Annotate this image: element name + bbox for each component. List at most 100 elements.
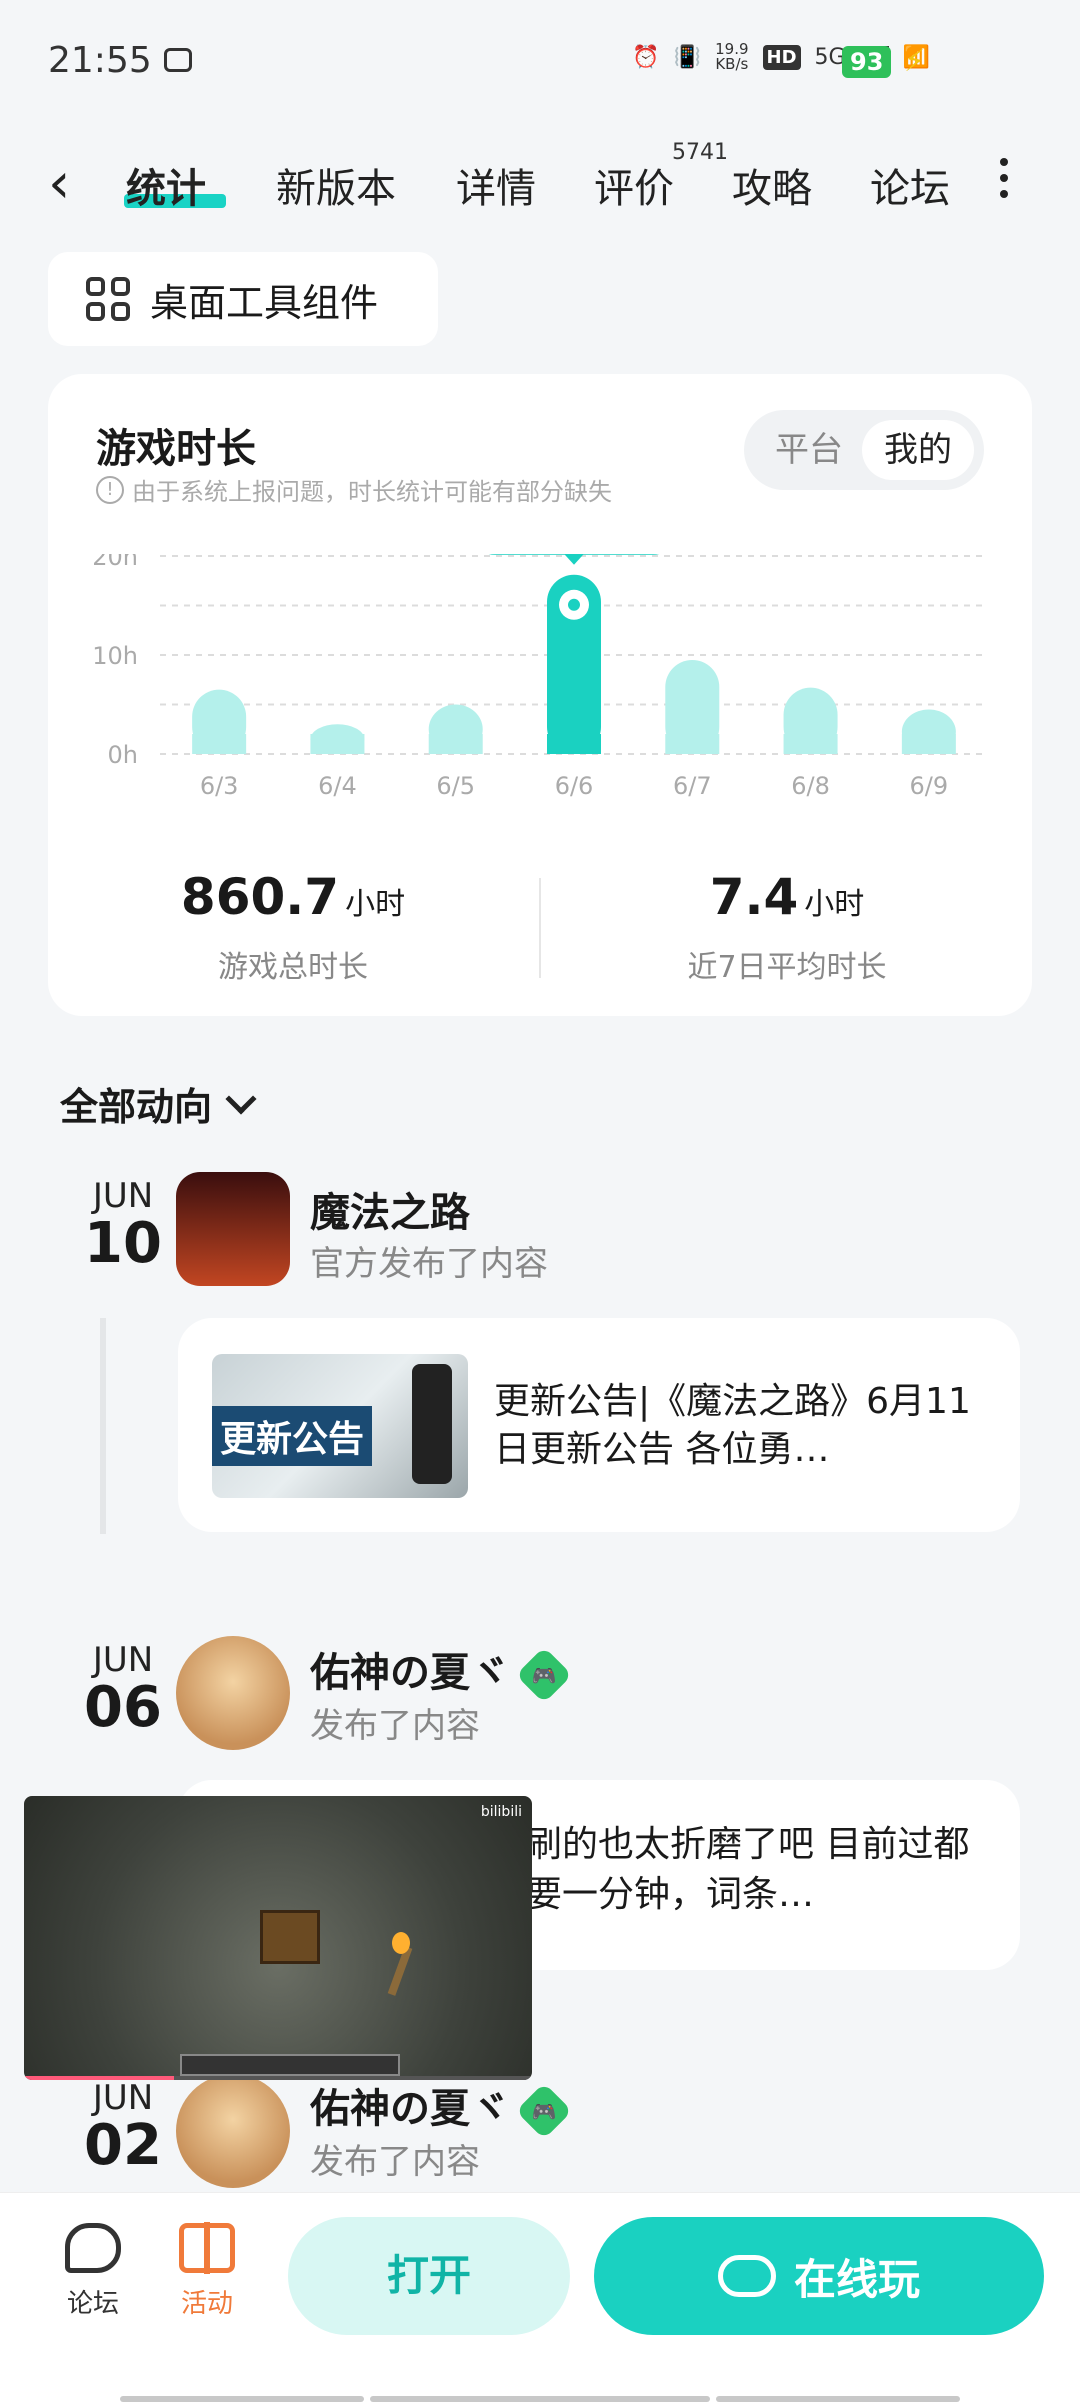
timeline-line	[100, 1318, 106, 1534]
tab-new-version[interactable]: 新版本	[276, 156, 396, 214]
charging-icon: ⚡	[904, 44, 926, 79]
user-avatar[interactable]	[176, 1636, 290, 1750]
feed-date: JUN 02	[60, 2078, 186, 2174]
open-button[interactable]: 打开	[288, 2217, 570, 2335]
info-icon: !	[96, 475, 124, 504]
video-hotbar	[180, 2054, 400, 2076]
chart-x-tick: 6/8	[791, 772, 830, 800]
video-flame	[392, 1932, 410, 1954]
chart-bar-base	[547, 734, 601, 754]
playtime-note: ! 由于系统上报问题，时长统计可能有部分缺失	[96, 472, 612, 507]
feed-month: JUN	[92, 1640, 154, 1680]
stats-divider	[539, 878, 541, 978]
feed-month: JUN	[92, 2078, 154, 2118]
feed-action: 发布了内容	[310, 1706, 480, 1746]
desktop-widget-label: 桌面工具组件	[150, 280, 379, 325]
avg-playtime: 7.4 小时 近7日平均时长	[542, 868, 1032, 986]
play-online-button[interactable]: 在线玩	[594, 2217, 1044, 2335]
playtime-card: 游戏时长 ! 由于系统上报问题，时长统计可能有部分缺失 平台 我的 0h 10h 2…	[48, 374, 1032, 1016]
total-playtime-value: 860.7	[180, 868, 340, 926]
vibrate-icon: 📳	[673, 44, 702, 70]
feed-author[interactable]: 魔法之路	[310, 1180, 470, 1238]
feed-day: 06	[84, 1675, 162, 1740]
forum-nav-button[interactable]: 论坛	[48, 2223, 138, 2320]
post-text: 刷的也太折磨了吧 目前过都要一分钟，词条…	[526, 1824, 970, 1915]
game-avatar[interactable]	[176, 1172, 290, 1286]
tab-forum[interactable]: 论坛	[870, 156, 954, 214]
feed-action: 官方发布了内容	[310, 1244, 548, 1284]
floating-video-player[interactable]: bilibili	[24, 1796, 532, 2080]
platform-mine-toggle: 平台 我的	[744, 410, 984, 490]
chart-x-tick: 6/7	[673, 772, 712, 800]
total-playtime-unit: 小时	[345, 887, 406, 922]
home-indicator	[716, 2396, 960, 2402]
feed-month: JUN	[92, 1176, 154, 1216]
toggle-mine[interactable]: 我的	[862, 420, 974, 480]
chart-bar-base	[310, 734, 365, 754]
tv-icon	[164, 48, 192, 72]
chart-x-tick: 6/9	[910, 772, 949, 800]
status-time: 21:55	[48, 40, 152, 81]
feed-day: 02	[84, 2113, 162, 2178]
net-speed: 19.9 KB/s	[715, 40, 749, 73]
home-indicator	[120, 2396, 364, 2402]
total-playtime-label: 游戏总时长	[218, 950, 368, 985]
chart-x-tick: 6/5	[436, 772, 475, 800]
thumbnail-figure	[412, 1364, 452, 1484]
home-indicator	[370, 2396, 710, 2402]
more-options-icon[interactable]	[1000, 158, 1008, 206]
cloud-gamepad-icon	[717, 2255, 776, 2297]
gift-icon	[179, 2222, 235, 2274]
reviews-count-badge: 5741	[672, 140, 728, 165]
forum-nav-label: 论坛	[66, 2289, 119, 2319]
tab-bar: ‹ 统计 新版本 详情 评价 5741 攻略 论坛	[0, 140, 1080, 230]
chart-x-tick: 6/3	[200, 772, 239, 800]
feed-date: JUN 10	[60, 1176, 186, 1272]
signal-label: 5G	[814, 44, 846, 70]
playtime-stats: 860.7 小时 游戏总时长 7.4 小时 近7日平均时长	[48, 868, 1032, 998]
feed-date: JUN 06	[60, 1640, 186, 1736]
chart-bar-base	[783, 734, 838, 754]
feed-author[interactable]: 佑神の夏ヾ 🎮	[310, 2076, 573, 2140]
user-avatar[interactable]	[176, 2074, 290, 2188]
playtime-bar-chart: 0h10h20h6/36/46/56/618小时6分钟6/76/86/9	[92, 554, 988, 800]
tab-details[interactable]: 详情	[456, 156, 536, 214]
back-arrow-icon[interactable]: ‹	[48, 156, 70, 212]
feed-author[interactable]: 佑神の夏ヾ 🎮	[310, 1640, 573, 1704]
activity-nav-label: 活动	[180, 2289, 233, 2319]
feed-day: 10	[84, 1211, 162, 1276]
video-brand-logo: bilibili	[480, 1804, 522, 1820]
video-progress-bar[interactable]	[24, 2076, 532, 2080]
gamepad-badge-icon: 🎮	[515, 2082, 573, 2140]
total-playtime: 860.7 小时 游戏总时长	[48, 868, 538, 986]
chevron-down-icon	[225, 1082, 257, 1115]
video-chest	[260, 1910, 320, 1964]
toggle-platform[interactable]: 平台	[754, 420, 864, 480]
chart-x-tick: 6/6	[555, 772, 594, 800]
chart-y-tick: 0h	[108, 741, 138, 769]
activity-nav-button[interactable]: 活动	[162, 2222, 252, 2320]
post-thumbnail: 更新公告	[212, 1354, 468, 1498]
tab-stats[interactable]: 统计	[126, 156, 206, 214]
bottom-action-bar: 论坛 活动 打开 在线玩	[0, 2192, 1080, 2408]
chart-y-tick: 20h	[92, 554, 138, 571]
post-card[interactable]: 更新公告 更新公告|《魔法之路》6月11日更新公告 各位勇…	[178, 1318, 1020, 1532]
avg-playtime-unit: 小时	[804, 887, 865, 922]
post-text: 更新公告|《魔法之路》6月11日更新公告 各位勇…	[494, 1381, 971, 1470]
tab-reviews[interactable]: 评价	[594, 156, 674, 214]
status-bar: 21:55 ⏰ 📳 19.9 KB/s HD 5G 📶 93 ⚡	[0, 0, 1080, 120]
gamepad-badge-icon: 🎮	[515, 1646, 573, 1704]
chart-tooltip-pointer	[564, 554, 584, 565]
feed-filter-dropdown[interactable]: 全部动向	[60, 1076, 257, 1131]
chart-y-tick: 10h	[92, 642, 138, 670]
avg-playtime-label: 近7日平均时长	[687, 950, 887, 985]
hd-icon: HD	[762, 44, 801, 70]
playtime-note-text: 由于系统上报问题，时长统计可能有部分缺失	[132, 478, 612, 506]
alarm-icon: ⏰	[632, 44, 660, 70]
chart-bar-base	[665, 734, 720, 754]
chat-bubble-icon	[65, 2223, 121, 2273]
chart-bar-base	[192, 734, 247, 754]
desktop-widget-button[interactable]: 桌面工具组件	[48, 252, 438, 346]
tab-guides[interactable]: 攻略	[732, 156, 812, 214]
chart-bar-base	[901, 734, 956, 754]
